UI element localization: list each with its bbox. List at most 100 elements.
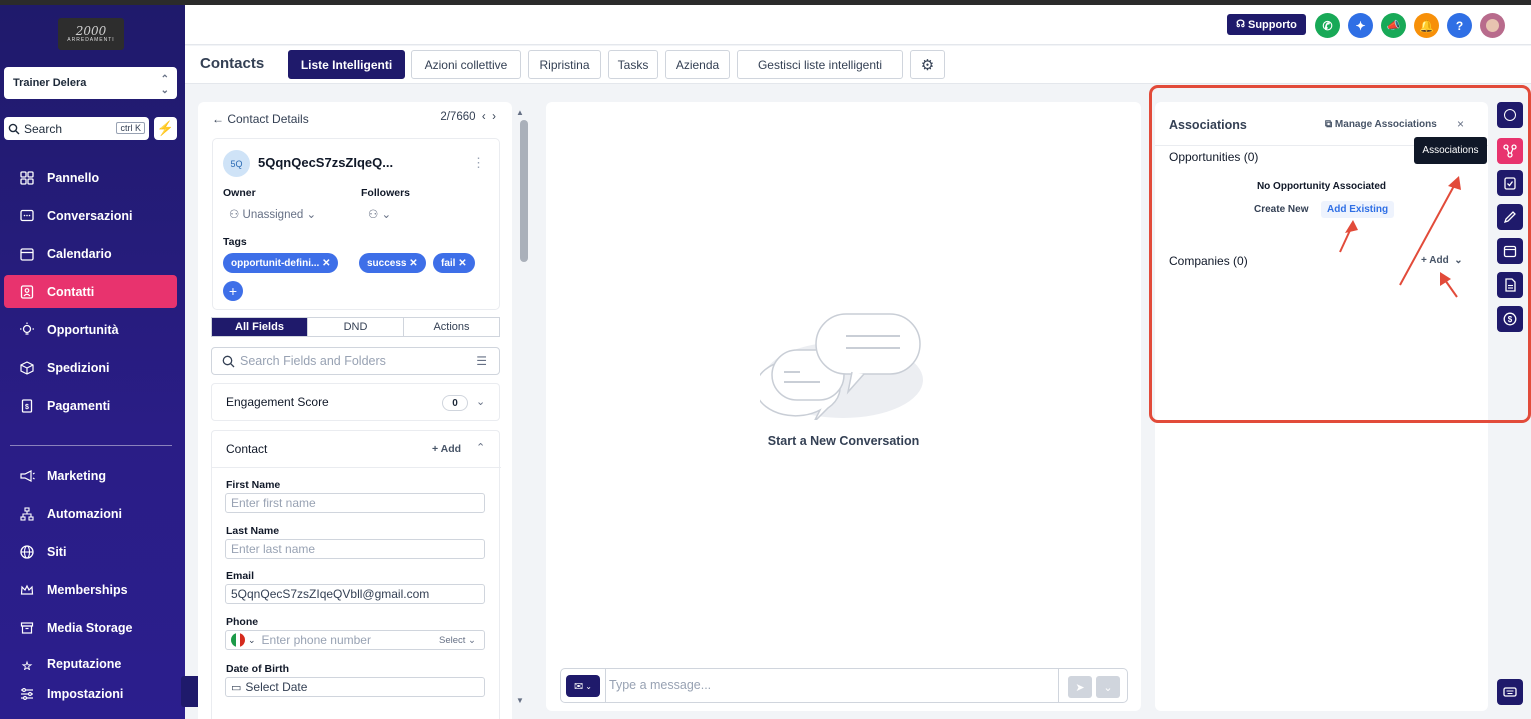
email-input[interactable]: 5QqnQecS7zsZIqeQVbll@gmail.com xyxy=(225,584,485,604)
engagement-score-section[interactable]: Engagement Score 0 ⌄ xyxy=(211,383,500,421)
associations-tooltip: Associations xyxy=(1414,137,1487,164)
chevron-right-icon[interactable]: › xyxy=(492,111,496,123)
payments-button[interactable]: $ xyxy=(1497,306,1523,332)
documents-button[interactable] xyxy=(1497,272,1523,298)
segment-all-fields[interactable]: All Fields xyxy=(212,318,308,336)
followers-select[interactable]: ⚇ ⌄ xyxy=(368,207,391,221)
more-options-icon[interactable]: ⋮ xyxy=(472,155,485,171)
keyboard-icon xyxy=(1503,687,1517,697)
quick-actions-button[interactable]: ⚡ xyxy=(154,117,177,140)
svg-text:$: $ xyxy=(1508,315,1513,324)
owner-select[interactable]: ⚇ Unassigned ⌄ xyxy=(229,207,316,221)
notes-button[interactable] xyxy=(1497,204,1523,230)
tag-label: opportunit-defini... xyxy=(231,257,320,269)
send-options-button[interactable]: ⌄ xyxy=(1096,676,1120,698)
sidebar-item-spedizioni[interactable]: Spedizioni xyxy=(4,351,177,384)
support-button[interactable]: ☊ Supporto xyxy=(1227,14,1306,35)
associations-button[interactable] xyxy=(1497,138,1523,164)
search-fields-input[interactable]: Search Fields and Folders ☰ xyxy=(211,347,500,375)
clock-icon xyxy=(1504,109,1516,121)
search-shortcut: ctrl K xyxy=(116,122,145,134)
sidebar-search[interactable]: Search ctrl K xyxy=(4,117,149,140)
settings-button[interactable]: ⚙ xyxy=(910,50,945,79)
keyboard-shortcuts-button[interactable] xyxy=(1497,679,1523,705)
first-name-placeholder: Enter first name xyxy=(231,496,316,510)
segment-dnd[interactable]: DND xyxy=(308,318,404,336)
sidebar-item-automazioni[interactable]: Automazioni xyxy=(4,497,177,530)
phone-type-select[interactable]: Select ⌄ xyxy=(439,635,476,646)
phone-button[interactable]: ✆ xyxy=(1315,13,1340,38)
channel-select-button[interactable]: ✉ ⌄ xyxy=(566,675,600,697)
company-logo[interactable]: 2000 ARREDAMENTI xyxy=(58,18,124,50)
sidebar-item-label: Impostazioni xyxy=(47,686,124,701)
sidebar-item-pagamenti[interactable]: $ Pagamenti xyxy=(4,389,177,422)
tag-chip[interactable]: opportunit-defini... ✕ xyxy=(223,253,339,273)
sidebar-item-conversazioni[interactable]: Conversazioni xyxy=(4,199,177,232)
sidebar-item-media-storage[interactable]: Media Storage xyxy=(4,611,177,644)
message-input[interactable]: Type a message... xyxy=(609,678,711,692)
phone-input[interactable]: ⌄ Enter phone number Select ⌄ xyxy=(225,630,485,650)
dob-label: Date of Birth xyxy=(226,663,289,675)
close-icon[interactable]: ✕ xyxy=(458,258,466,269)
sidebar-item-opportunita[interactable]: Opportunità xyxy=(4,313,177,346)
chevron-left-icon[interactable]: ‹ xyxy=(482,111,486,123)
tab-ripristina[interactable]: Ripristina xyxy=(528,50,601,79)
appointments-button[interactable] xyxy=(1497,238,1523,264)
announcements-button[interactable]: 📣 xyxy=(1381,13,1406,38)
add-tag-button[interactable]: + xyxy=(223,281,243,301)
close-icon[interactable]: ✕ xyxy=(409,258,417,269)
send-button[interactable]: ➤ xyxy=(1068,676,1092,698)
ai-assistant-button[interactable]: ✦ xyxy=(1348,13,1373,38)
scroll-up-arrow[interactable]: ▲ xyxy=(516,108,524,117)
sidebar-item-marketing[interactable]: Marketing xyxy=(4,459,177,492)
segment-actions[interactable]: Actions xyxy=(404,318,499,336)
last-name-input[interactable]: Enter last name xyxy=(225,539,485,559)
sidebar-item-contatti[interactable]: Contatti xyxy=(4,275,177,308)
tab-azioni-collettive[interactable]: Azioni collettive xyxy=(411,50,521,79)
sidebar-item-label: Calendario xyxy=(47,246,112,261)
tags-label: Tags xyxy=(223,236,247,248)
gear-icon: ⚙ xyxy=(920,56,935,74)
account-switcher[interactable]: Trainer Delera ⌃ ⌄ xyxy=(4,67,177,99)
search-icon xyxy=(222,355,235,367)
activity-button[interactable] xyxy=(1497,102,1523,128)
tab-tasks[interactable]: Tasks xyxy=(608,50,658,79)
first-name-input[interactable]: Enter first name xyxy=(225,493,485,513)
user-avatar[interactable] xyxy=(1480,13,1505,38)
sparkle-icon: ✦ xyxy=(1355,18,1366,33)
help-button[interactable]: ? xyxy=(1447,13,1472,38)
dob-input[interactable]: ▭ Select Date xyxy=(225,677,485,697)
tab-gestisci-liste[interactable]: Gestisci liste intelligenti xyxy=(737,50,903,79)
sidebar-item-reputazione[interactable]: ☆ Reputazione xyxy=(4,648,177,670)
tag-chip[interactable]: success ✕ xyxy=(359,253,426,273)
tag-label: fail xyxy=(441,257,456,269)
close-icon[interactable]: ✕ xyxy=(322,258,330,269)
phone-select-label: Select xyxy=(438,635,466,646)
italy-flag-icon[interactable] xyxy=(231,633,245,647)
contact-name: 5QqnQecS7zsZIqeQ... xyxy=(258,155,394,170)
tag-label: success xyxy=(367,257,407,269)
add-field-button[interactable]: + Add xyxy=(432,443,461,455)
tag-chip[interactable]: fail ✕ xyxy=(433,253,475,273)
sidebar-item-siti[interactable]: Siti xyxy=(4,535,177,568)
section-divider xyxy=(212,467,501,468)
empty-conversation-title: Start a New Conversation xyxy=(767,434,920,448)
back-to-contacts[interactable]: ← Contact Details xyxy=(212,112,309,126)
chevron-up-icon[interactable]: ⌃ xyxy=(476,441,485,454)
sidebar-item-label: Spedizioni xyxy=(47,360,110,375)
chevron-down-icon[interactable]: ⌄ xyxy=(476,395,485,408)
tasks-button[interactable] xyxy=(1497,170,1523,196)
followers-label: Followers xyxy=(361,187,411,199)
tab-liste-intelligenti[interactable]: Liste Intelligenti xyxy=(288,50,405,79)
scroll-down-arrow[interactable]: ▼ xyxy=(516,696,524,705)
sidebar-item-calendario[interactable]: Calendario xyxy=(4,237,177,270)
tab-azienda[interactable]: Azienda xyxy=(665,50,730,79)
notifications-button[interactable]: 🔔 xyxy=(1414,13,1439,38)
sidebar-item-pannello[interactable]: Pannello xyxy=(4,161,177,194)
engagement-label: Engagement Score xyxy=(226,395,329,409)
sidebar-item-memberships[interactable]: Memberships xyxy=(4,573,177,606)
scrollbar-thumb[interactable] xyxy=(520,120,528,262)
top-header: ☊ Supporto ✆ ✦ 📣 🔔 ? xyxy=(185,5,1531,45)
filter-icon[interactable]: ☰ xyxy=(476,354,487,368)
sidebar-item-impostazioni[interactable]: Impostazioni xyxy=(4,677,177,710)
